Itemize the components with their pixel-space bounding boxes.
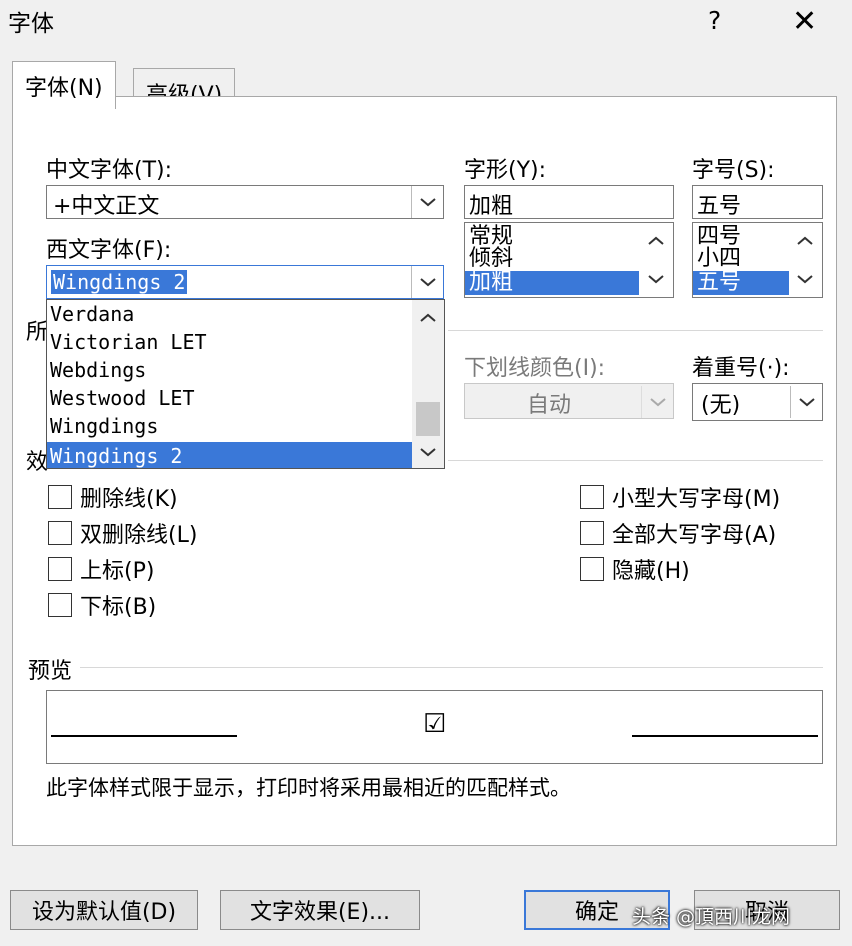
underline-color-select[interactable]: 自动: [464, 383, 674, 419]
double-strikethrough-label: 双删除线(L): [80, 523, 198, 548]
text-effects-button[interactable]: 文字效果(E)...: [220, 890, 420, 930]
separator: [80, 667, 823, 668]
separator: [448, 460, 823, 461]
superscript-checkbox[interactable]: [48, 557, 72, 581]
list-item[interactable]: 倾斜: [469, 247, 513, 271]
style-list[interactable]: 常规 倾斜 加粗: [464, 222, 674, 298]
all-text-section-label: 所: [26, 320, 49, 345]
style-label: 字形(Y):: [464, 158, 547, 183]
emphasis-value: (无): [701, 393, 741, 418]
chinese-font-select[interactable]: +中文正文: [46, 185, 444, 219]
scroll-up-icon[interactable]: [790, 227, 820, 255]
preview-box: ☑: [46, 690, 823, 764]
list-item-selected[interactable]: 五号: [693, 271, 789, 295]
set-default-button[interactable]: 设为默认值(D): [10, 890, 198, 930]
strikethrough-label: 删除线(K): [80, 487, 178, 512]
subscript-checkbox[interactable]: [48, 593, 72, 617]
tab-font[interactable]: 字体(N): [12, 61, 116, 109]
size-label: 字号(S):: [692, 158, 775, 183]
hidden-label: 隐藏(H): [612, 559, 690, 584]
emphasis-label: 着重号(·):: [692, 356, 790, 381]
close-button[interactable]: ✕: [792, 4, 817, 39]
scroll-down-icon[interactable]: [641, 265, 671, 293]
scroll-up-icon[interactable]: [413, 304, 443, 332]
small-caps-checkbox[interactable]: [580, 485, 604, 509]
list-item-selected[interactable]: 加粗: [465, 271, 639, 295]
preview-note: 此字体样式限于显示，打印时将采用最相近的匹配样式。: [46, 776, 571, 800]
scroll-thumb[interactable]: [416, 402, 440, 436]
list-item[interactable]: Victorian LET: [50, 330, 207, 354]
help-button[interactable]: ?: [708, 6, 721, 35]
separator: [448, 330, 823, 331]
list-item[interactable]: Westwood LET: [50, 386, 195, 410]
small-caps-label: 小型大写字母(M): [612, 487, 781, 512]
list-item-selected[interactable]: Wingdings 2: [47, 442, 412, 468]
scroll-down-icon[interactable]: [413, 438, 443, 466]
hidden-checkbox[interactable]: [580, 557, 604, 581]
western-font-label: 西文字体(F):: [46, 238, 172, 263]
chevron-down-icon[interactable]: [411, 266, 443, 298]
western-font-value: Wingdings 2: [51, 270, 188, 294]
list-item[interactable]: 小四: [697, 247, 741, 271]
western-font-select[interactable]: Wingdings 2: [46, 265, 444, 299]
chinese-font-value: +中文正文: [53, 194, 160, 219]
chevron-down-icon[interactable]: [790, 386, 822, 418]
superscript-label: 上标(P): [80, 559, 155, 584]
size-input[interactable]: 五号: [692, 185, 823, 219]
scroll-down-icon[interactable]: [790, 265, 820, 293]
chevron-down-icon[interactable]: [641, 386, 673, 418]
strikethrough-checkbox[interactable]: [48, 485, 72, 509]
style-input[interactable]: 加粗: [464, 185, 674, 219]
scrollbar[interactable]: [412, 300, 444, 468]
list-item[interactable]: Wingdings: [50, 414, 158, 438]
style-value: 加粗: [469, 194, 514, 219]
preview-glyph: ☑: [423, 709, 447, 739]
all-caps-checkbox[interactable]: [580, 521, 604, 545]
effects-section-label: 效: [26, 450, 49, 475]
dialog-title: 字体: [8, 11, 54, 37]
scroll-up-icon[interactable]: [641, 227, 671, 255]
preview-line-left: [51, 735, 237, 737]
all-caps-label: 全部大写字母(A): [612, 523, 777, 548]
emphasis-select[interactable]: (无): [692, 383, 823, 421]
subscript-label: 下标(B): [80, 595, 157, 620]
chinese-font-label: 中文字体(T):: [46, 158, 173, 183]
watermark-overlay: 头条 @頂西川龙网: [632, 906, 791, 928]
list-item[interactable]: Webdings: [50, 358, 146, 382]
underline-color-label: 下划线颜色(I):: [464, 356, 606, 381]
preview-line-right: [632, 735, 818, 737]
western-font-dropdown-list[interactable]: Verdana Victorian LET Webdings Westwood …: [46, 299, 445, 469]
double-strikethrough-checkbox[interactable]: [48, 521, 72, 545]
chevron-down-icon[interactable]: [411, 186, 443, 218]
underline-color-value: 自动: [527, 393, 572, 418]
preview-label: 预览: [28, 659, 73, 684]
size-list[interactable]: 四号 小四 五号: [692, 222, 823, 298]
list-item[interactable]: Verdana: [50, 302, 134, 326]
size-value: 五号: [697, 194, 742, 219]
